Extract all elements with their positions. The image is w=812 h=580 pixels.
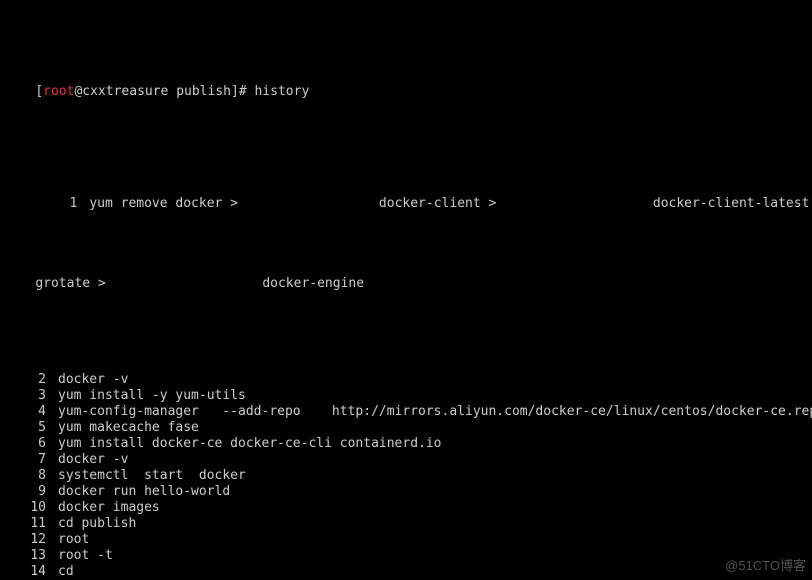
prompt-open: [ <box>35 84 43 99</box>
history-num: 12 <box>4 532 58 548</box>
history-wrap-a: grotate > <box>35 276 105 291</box>
history-num: 7 <box>4 452 58 468</box>
history-num: 5 <box>4 420 58 436</box>
history-cmd: systemctl start docker <box>58 468 246 483</box>
history-num: 11 <box>4 516 58 532</box>
prompt-line-top: [root@cxxtreasure publish]# history <box>4 68 808 116</box>
prompt-close: ] <box>231 84 239 99</box>
history-line: 14cd <box>4 564 808 580</box>
history-cmd: yum install -y yum-utils <box>58 388 246 403</box>
history-cmd: yum makecache fase <box>58 420 199 435</box>
history-line: 8systemctl start docker <box>4 468 808 484</box>
prompt-cwd: publish <box>176 84 231 99</box>
history-cmd: docker -v <box>58 452 128 467</box>
history-line: 9docker run hello-world <box>4 484 808 500</box>
prompt-sigil: # <box>239 84 247 99</box>
typed-command: history <box>254 84 309 99</box>
history-cmd: cd <box>58 564 74 579</box>
history-cmd: docker run hello-world <box>58 484 230 499</box>
history-line: 4yum-config-manager --add-repo http://mi… <box>4 404 808 420</box>
history-frag-a: yum remove docker > <box>89 196 238 211</box>
history-wrap-b: docker-engine <box>262 276 364 291</box>
watermark: @51CTO博客 <box>725 558 806 574</box>
prompt-user: root <box>43 84 74 99</box>
history-line: 3yum install -y yum-utils <box>4 388 808 404</box>
history-list: 2docker -v3yum install -y yum-utils4yum-… <box>4 372 808 580</box>
history-line: 7docker -v <box>4 452 808 468</box>
history-cmd: root -t <box>58 548 113 563</box>
history-line-1: 1yum remove docker > docker-client > doc… <box>4 180 808 228</box>
history-cmd: root <box>58 532 89 547</box>
history-frag-b: docker-client > <box>379 196 496 211</box>
history-frag-c: docker-client-latest > <box>653 196 812 211</box>
history-line: 10docker images <box>4 500 808 516</box>
history-num: 1 <box>35 196 89 212</box>
history-cmd: cd publish <box>58 516 136 531</box>
history-line: 2docker -v <box>4 372 808 388</box>
history-num: 4 <box>4 404 58 420</box>
history-num: 3 <box>4 388 58 404</box>
history-num: 2 <box>4 372 58 388</box>
terminal[interactable]: [root@cxxtreasure publish]# history 1yum… <box>0 0 812 580</box>
history-line: 13root -t <box>4 548 808 564</box>
history-line: 11cd publish <box>4 516 808 532</box>
prompt-host: cxxtreasure <box>82 84 168 99</box>
history-cmd: yum install docker-ce docker-ce-cli cont… <box>58 436 442 451</box>
history-num: 14 <box>4 564 58 580</box>
history-num: 10 <box>4 500 58 516</box>
history-cmd: yum-config-manager --add-repo http://mir… <box>58 404 812 419</box>
history-num: 6 <box>4 436 58 452</box>
history-cmd: docker -v <box>58 372 128 387</box>
history-cmd: docker images <box>58 500 160 515</box>
history-num: 13 <box>4 548 58 564</box>
history-line: 5yum makecache fase <box>4 420 808 436</box>
history-num: 8 <box>4 468 58 484</box>
history-line: 12root <box>4 532 808 548</box>
history-line-1-wrap: grotate > docker-engine <box>4 260 808 308</box>
history-line: 6yum install docker-ce docker-ce-cli con… <box>4 436 808 452</box>
history-num: 9 <box>4 484 58 500</box>
